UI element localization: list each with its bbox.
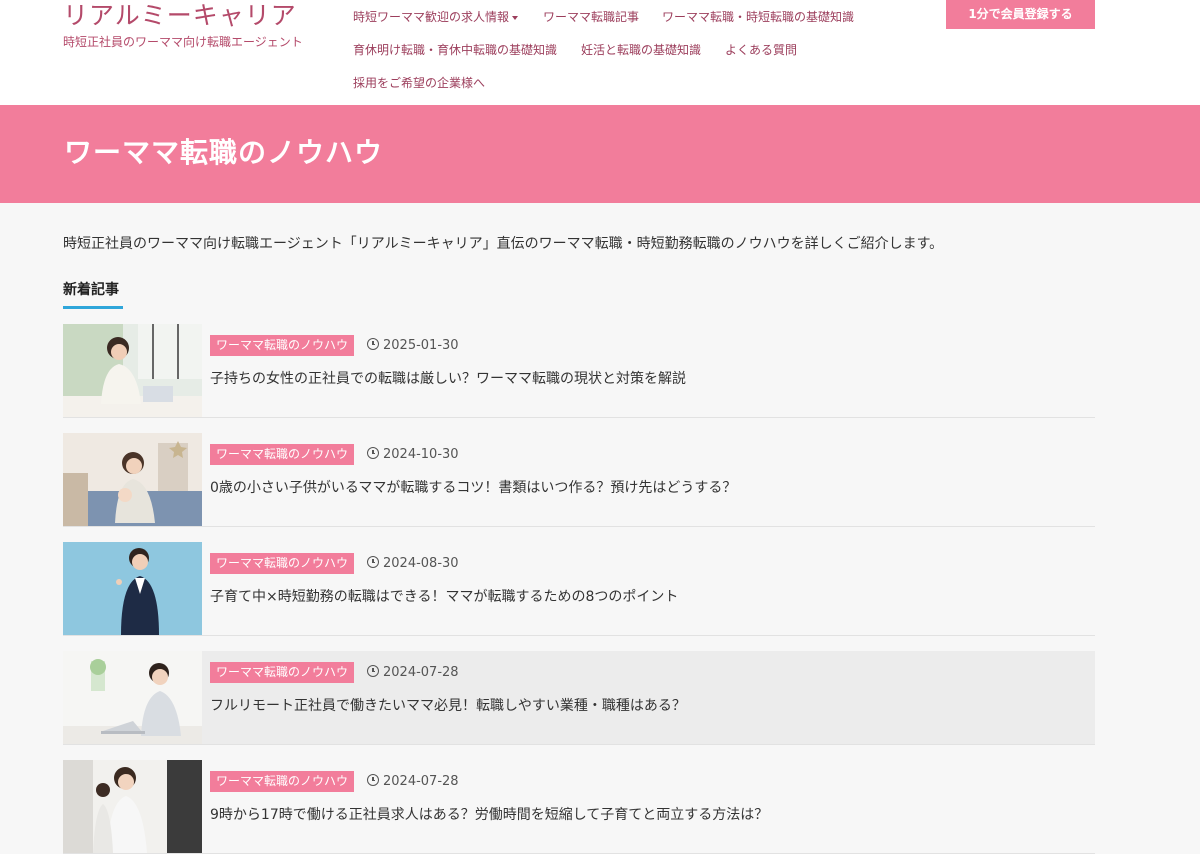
article-item[interactable]: ワーママ転職のノウハウ 2024-07-28 9時から17時で働ける正社員求人は… (63, 760, 1095, 854)
category-badge[interactable]: ワーママ転職のノウハウ (210, 662, 355, 683)
nav-item-job-listings[interactable]: 時短ワーママ歓迎の求人情報 (353, 8, 519, 25)
article-thumbnail[interactable] (63, 324, 202, 417)
post-date: 2024-10-30 (367, 447, 459, 463)
article-item[interactable]: ワーママ転職のノウハウ 2024-10-30 0歳の小さい子供がいるママが転職す… (63, 433, 1095, 527)
section-title: 新着記事 (63, 282, 119, 298)
date-text: 2024-07-28 (383, 774, 459, 789)
clock-icon (367, 338, 379, 350)
category-badge[interactable]: ワーママ転職のノウハウ (210, 771, 355, 792)
nav-item-label: 時短ワーママ歓迎の求人情報 (353, 10, 510, 24)
category-description: 時短正社員のワーママ向け転職エージェント「リアルミーキャリア」直伝のワーママ転職… (63, 236, 944, 252)
page-title: ワーママ転職のノウハウ (64, 136, 384, 169)
clock-icon (367, 665, 379, 677)
date-text: 2024-07-28 (383, 665, 459, 680)
article-item[interactable]: ワーママ転職のノウハウ 2025-01-30 子持ちの女性の正社員での転職は厳し… (63, 324, 1095, 418)
category-banner: ワーママ転職のノウハウ (0, 105, 1200, 203)
nav-item-articles[interactable]: ワーママ転職記事 (543, 8, 639, 25)
article-title[interactable]: 子持ちの女性の正社員での転職は厳しい？ワーママ転職の現状と対策を解説 (210, 368, 686, 388)
article-title[interactable]: フルリモート正社員で働きたいママ必見！転職しやすい業種・職種はある？ (210, 695, 686, 715)
nav-item-basics[interactable]: ワーママ転職・時短転職の基礎知識 (662, 8, 854, 25)
article-title[interactable]: 9時から17時で働ける正社員求人はある？労働時間を短縮して子育てと両立する方法は… (210, 804, 768, 824)
site-logo[interactable]: リアルミーキャリア (63, 0, 297, 32)
site-tagline: 時短正社員のワーママ向け転職エージェント (63, 35, 303, 49)
clock-icon (367, 556, 379, 568)
category-badge[interactable]: ワーママ転職のノウハウ (210, 444, 355, 465)
article-thumbnail[interactable] (63, 760, 202, 853)
site-header: リアルミーキャリア 時短正社員のワーママ向け転職エージェント 時短ワーママ歓迎の… (0, 0, 1200, 105)
article-thumbnail[interactable] (63, 433, 202, 526)
nav-item-faq[interactable]: よくある質問 (725, 41, 797, 58)
clock-icon (367, 447, 379, 459)
article-item[interactable]: ワーママ転職のノウハウ 2024-07-28 フルリモート正社員で働きたいママ必… (63, 651, 1095, 745)
clock-icon (367, 774, 379, 786)
nav-item-maternity-leave[interactable]: 育休明け転職・育休中転職の基礎知識 (353, 41, 557, 58)
section-title-underline (63, 306, 123, 309)
article-title[interactable]: 0歳の小さい子供がいるママが転職するコツ！書類はいつ作る？預け先はどうする？ (210, 477, 736, 497)
date-text: 2024-08-30 (383, 556, 459, 571)
category-badge[interactable]: ワーママ転職のノウハウ (210, 335, 355, 356)
article-thumbnail[interactable] (63, 542, 202, 635)
date-text: 2024-10-30 (383, 447, 459, 462)
register-button[interactable]: 1分で会員登録する (946, 0, 1095, 29)
category-badge[interactable]: ワーママ転職のノウハウ (210, 553, 355, 574)
caret-down-icon (512, 15, 519, 20)
post-date: 2024-07-28 (367, 774, 459, 790)
article-item[interactable]: ワーママ転職のノウハウ 2024-08-30 子育て中×時短勤務の転職はできる！… (63, 542, 1095, 636)
post-date: 2024-07-28 (367, 665, 459, 681)
post-date: 2025-01-30 (367, 338, 459, 354)
date-text: 2025-01-30 (383, 338, 459, 353)
article-thumbnail[interactable] (63, 651, 202, 744)
nav-item-for-companies[interactable]: 採用をご希望の企業様へ (353, 74, 485, 91)
article-title[interactable]: 子育て中×時短勤務の転職はできる！ママが転職するための8つのポイント (210, 586, 678, 606)
nav-item-fertility[interactable]: 妊活と転職の基礎知識 (581, 41, 701, 58)
post-date: 2024-08-30 (367, 556, 459, 572)
